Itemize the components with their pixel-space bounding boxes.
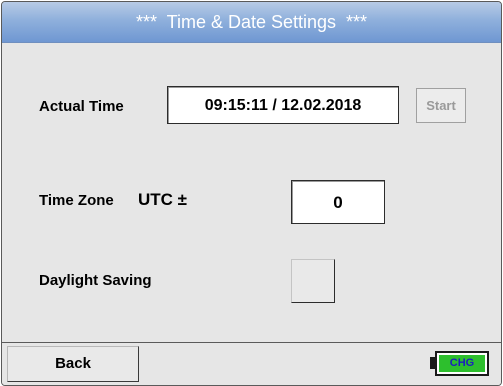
battery-body: CHG [435,351,489,376]
time-zone-label: Time Zone [39,192,114,209]
daylight-saving-checkbox[interactable] [291,259,335,303]
actual-time-label: Actual Time [39,98,124,115]
actual-time-field[interactable]: 09:15:11 / 12.02.2018 [167,86,399,124]
page-title: *** Time & Date Settings *** [135,12,368,32]
daylight-saving-label: Daylight Saving [39,272,152,289]
bottom-bar: Back CHG [2,342,501,385]
battery-status-text: CHG [449,357,475,369]
settings-screen: *** Time & Date Settings *** Actual Time… [1,1,502,386]
time-zone-offset-field[interactable]: 0 [291,180,385,224]
battery-charging-icon: CHG [430,348,492,380]
title-bar: *** Time & Date Settings *** [2,2,501,43]
utc-label: UTC ± [138,190,187,209]
start-button[interactable]: Start [416,88,466,123]
back-button[interactable]: Back [7,346,139,382]
